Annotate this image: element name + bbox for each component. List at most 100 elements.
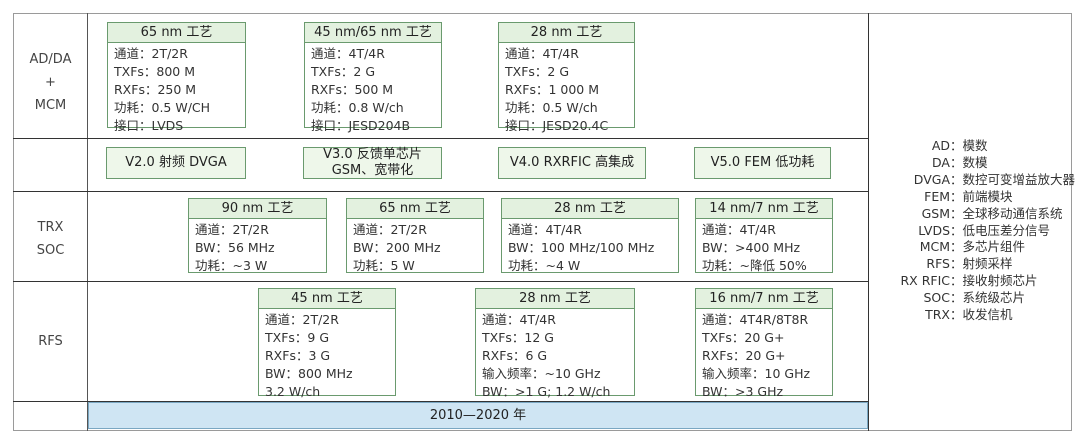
row-label-rfs-text: RFS	[13, 330, 88, 353]
card-spec-line: RXFs：500 M	[311, 82, 394, 97]
card-body: 通道：4T/4R BW：>400 MHz 功耗：~降低 50%	[696, 219, 832, 275]
card-spec-line: 通道：2T/2R	[353, 222, 427, 237]
card-spec-line: 通道：4T4R/8T8R	[702, 312, 809, 327]
text-line: AD/DA	[29, 52, 72, 67]
version-text: V5.0 FEM 低功耗	[711, 155, 815, 171]
rfs-card-16-7nm: 16 nm/7 nm 工艺 通道：4T4R/8T8R TXFs：20 G+ RXFs…	[695, 288, 833, 399]
abbreviation-legend: AD：模数 DA：数模 DVGA：数控可变增益放大器 FEM：前端模块 GSM：全球移动…	[868, 138, 1075, 324]
card-spec-line: BW：800 MHz	[265, 366, 353, 381]
trx-card-90nm: 90 nm 工艺 通道：2T/2R BW：56 MHz 功耗：~3 W	[188, 198, 327, 273]
card-title: 14 nm/7 nm 工艺	[696, 199, 832, 219]
version-text: V4.0 RXRFIC 高集成	[510, 155, 634, 171]
legend-separator: ：	[950, 138, 963, 153]
legend-description: 全球移动通信系统	[962, 205, 1063, 221]
text-line: GSM、宽带化	[331, 163, 414, 178]
timeline-bar: 2010—2020 年	[88, 402, 868, 429]
card-title: 45 nm/65 nm 工艺	[305, 23, 441, 43]
row-label-trx-text: TRX SOC	[13, 216, 88, 262]
legend-abbreviation: GSM	[921, 205, 950, 221]
card-body: 通道：4T4R/8T8R TXFs：20 G+ RXFs：20 G+ 输入频率：10 …	[696, 309, 832, 401]
card-spec-line: 通道：4T/4R	[482, 312, 556, 327]
text-line: V4.0 RXRFIC 高集成	[509, 155, 635, 170]
card-spec-line: BW：200 MHz	[353, 240, 441, 255]
adda-card-28nm: 28 nm 工艺 通道：4T/4R TXFs：2 G RXFs：1 000 M 功耗：…	[498, 22, 635, 133]
legend-description: 多芯片组件	[962, 239, 1026, 255]
legend-item: MCM：多芯片组件	[868, 239, 1072, 256]
card-spec-line: BW：>3 GHz	[702, 384, 784, 399]
legend-separator: ：	[950, 239, 963, 255]
legend-item: DVGA：数控可变增益放大器	[868, 171, 1075, 189]
card-title: 65 nm 工艺	[108, 23, 245, 43]
legend-item: LVDS：低电压差分信号	[868, 223, 1072, 240]
card-spec-line: 通道：2T/2R	[114, 46, 188, 61]
card-body: 通道：4T/4R TXFs：2 G RXFs：500 M 功耗：0.8 W/ch 接口：…	[305, 43, 441, 135]
card-spec-line: 功耗：5 W	[353, 258, 415, 273]
card-spec-line: 功耗：~3 W	[195, 258, 268, 273]
legend-description: 数控可变增益放大器	[962, 171, 1076, 187]
adda-card-45-65nm: 45 nm/65 nm 工艺 通道：4T/4R TXFs：2 G RXFs：500 …	[304, 22, 442, 133]
legend-separator: ：	[950, 222, 963, 238]
card-spec-line: 接口：LVDS	[114, 118, 184, 133]
card-spec-line: 输入频率：~10 GHz	[482, 366, 601, 381]
card-title: 28 nm 工艺	[502, 199, 678, 219]
card-spec-line: 通道：2T/2R	[265, 312, 339, 327]
legend-separator: ：	[950, 171, 963, 187]
card-spec-line: 接口：JESD204B	[311, 118, 411, 133]
legend-separator: ：	[950, 205, 963, 221]
card-body: 通道：2T/2R TXFs：800 M RXFs：250 M 功耗：0.5 W/CH 接…	[108, 43, 245, 135]
card-spec-line: 通道：4T/4R	[505, 46, 579, 61]
card-body: 通道：4T/4R BW：100 MHz/100 MHz 功耗：~4 W	[502, 219, 678, 275]
legend-abbreviation: SOC	[923, 290, 950, 306]
rfs-card-45nm: 45 nm 工艺 通道：2T/2R TXFs：9 G RXFs：3 G BW：800 …	[258, 288, 396, 399]
row-label-adda: AD/DA + MCM	[13, 48, 88, 117]
row-label-adda-text: AD/DA + MCM	[13, 48, 88, 117]
card-spec-line: RXFs：1 000 M	[505, 82, 599, 97]
trx-card-14-7nm: 14 nm/7 nm 工艺 通道：4T/4R BW：>400 MHz 功耗：~降低 …	[695, 198, 833, 273]
legend-description: 射频采样	[962, 256, 1013, 272]
legend-abbreviation: DVGA	[913, 171, 950, 187]
card-spec-line: 功耗：~4 W	[508, 258, 581, 273]
row-label-trx: TRX SOC	[13, 216, 88, 262]
legend-abbreviation: LVDS	[918, 222, 950, 238]
legend-item: FEM：前端模块	[868, 189, 1072, 206]
card-spec-line: TXFs：800 M	[114, 64, 196, 79]
card-spec-line: BW：>1 G; 1.2 W/ch	[482, 384, 611, 399]
row-divider-trx	[13, 191, 868, 192]
legend-abbreviation: TRX	[925, 307, 950, 323]
version-text: V3.0 反馈单芯片 GSM、宽带化	[323, 147, 422, 179]
legend-description: 前端模块	[962, 188, 1013, 204]
card-spec-line: 3.2 W/ch	[265, 384, 321, 399]
card-spec-line: TXFs：20 G+	[702, 330, 785, 345]
card-spec-line: RXFs：3 G	[265, 348, 331, 363]
legend-item: TRX：收发信机	[868, 307, 1072, 324]
card-spec-line: 功耗：0.5 W/ch	[505, 100, 598, 115]
row-divider-adda-version	[13, 138, 868, 139]
text-line: RFS	[38, 334, 63, 349]
version-box-v2: V2.0 射频 DVGA	[106, 147, 246, 179]
card-spec-line: BW：56 MHz	[195, 240, 275, 255]
row-label-rfs: RFS	[13, 330, 88, 353]
text-line: MCM	[34, 98, 67, 113]
legend-separator: ：	[950, 273, 963, 289]
card-spec-line: RXFs：20 G+	[702, 348, 786, 363]
version-box-v4: V4.0 RXRFIC 高集成	[498, 147, 646, 179]
legend-description: 接收射频芯片	[962, 273, 1038, 289]
row-divider-rfs	[13, 281, 868, 282]
legend-abbreviation: MCM	[919, 239, 950, 255]
legend-separator: ：	[950, 154, 963, 170]
legend-description: 收发信机	[962, 307, 1013, 323]
legend-item: DA：数模	[868, 155, 1072, 172]
card-spec-line: TXFs：12 G	[482, 330, 554, 345]
card-title: 28 nm 工艺	[499, 23, 634, 43]
legend-abbreviation: RX RFIC	[900, 273, 950, 289]
card-body: 通道：2T/2R TXFs：9 G RXFs：3 G BW：800 MHz 3.2 W/…	[259, 309, 395, 401]
version-box-v5: V5.0 FEM 低功耗	[694, 147, 831, 179]
legend-abbreviation: RFS	[926, 256, 950, 272]
card-spec-line: RXFs：6 G	[482, 348, 548, 363]
card-spec-line: 输入频率：10 GHz	[702, 366, 811, 381]
text-line: V3.0 反馈单芯片	[323, 147, 422, 162]
legend-separator: ：	[950, 256, 963, 272]
card-spec-line: TXFs：9 G	[265, 330, 330, 345]
legend-description: 低电压差分信号	[962, 222, 1051, 238]
text-line: SOC	[36, 243, 65, 258]
